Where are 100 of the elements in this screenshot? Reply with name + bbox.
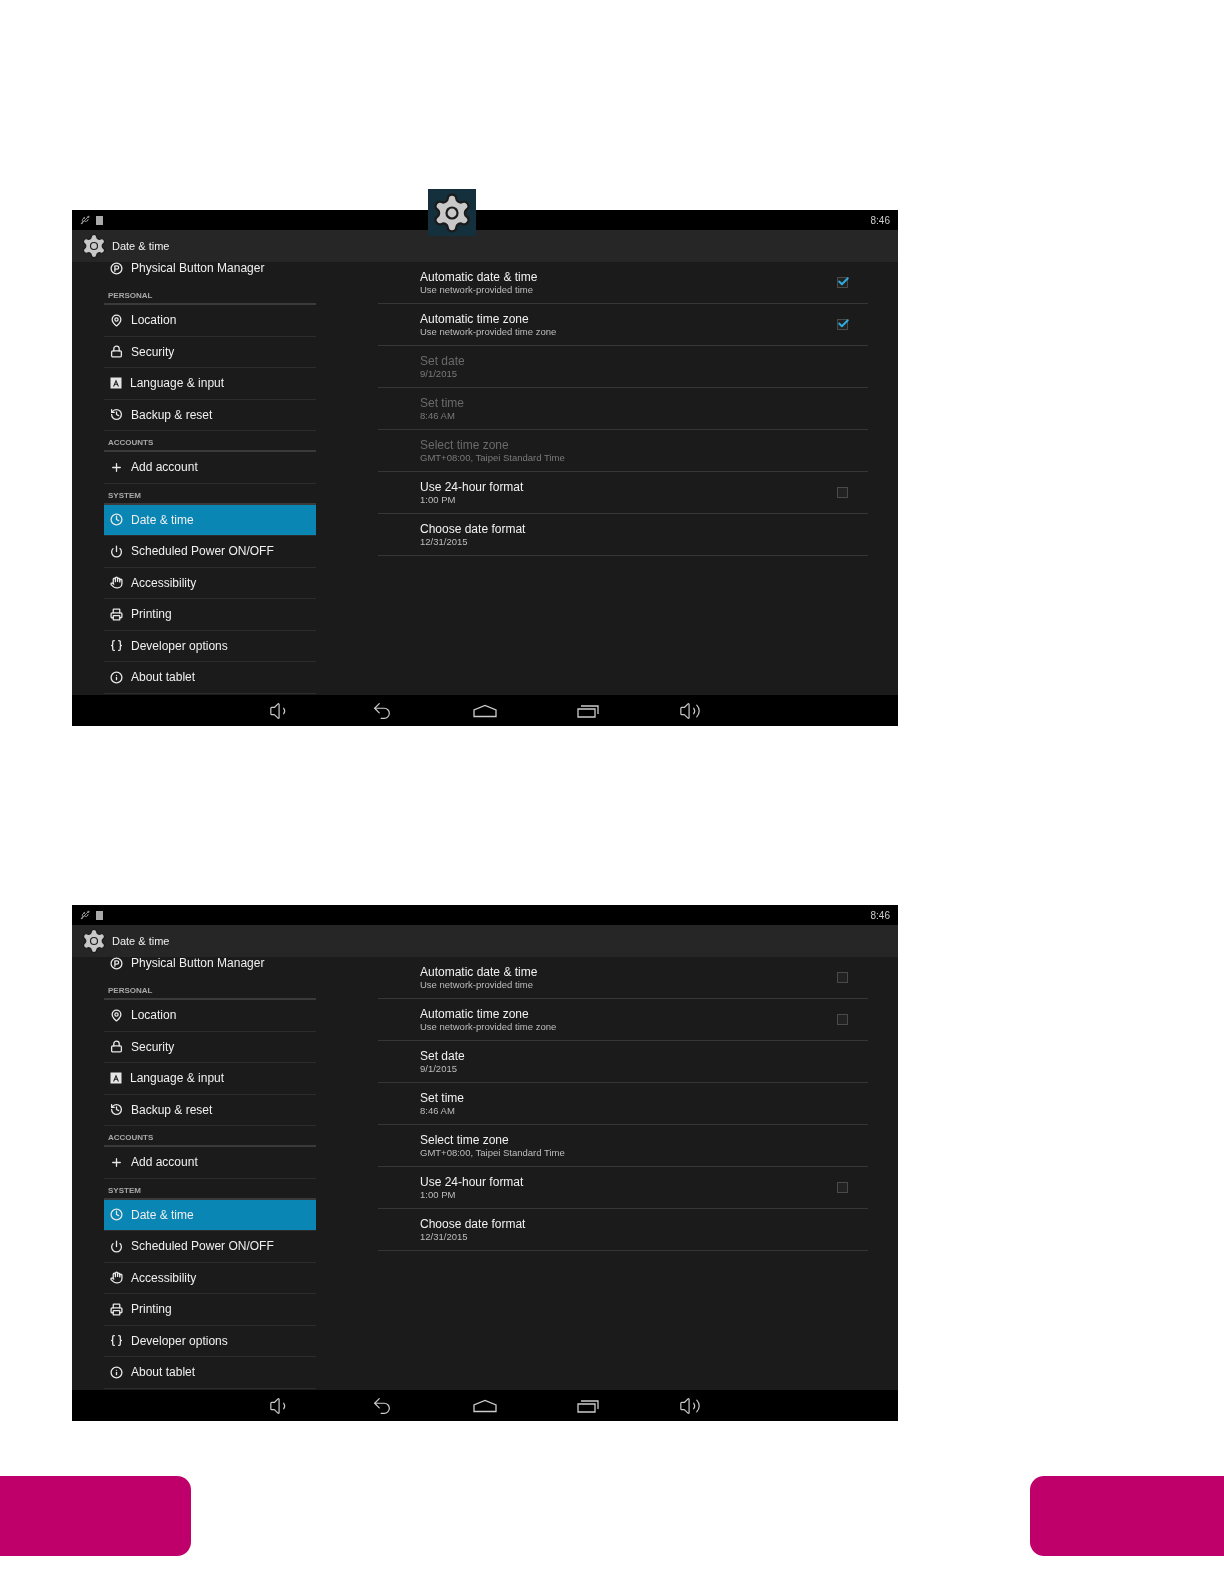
setting-title: Automatic time zone: [420, 312, 530, 325]
setting-row[interactable]: Use 24-hour format 1:00 PM: [378, 472, 868, 514]
plus-icon: [110, 1155, 123, 1169]
checkbox[interactable]: [837, 972, 848, 983]
setting-row[interactable]: Automatic time zone Use network-provided time zone: [378, 999, 868, 1041]
setting-title: Set time: [420, 1091, 465, 1104]
setting-summary: GMT+08:00, Taipei Standard Time: [420, 1147, 566, 1158]
setting-row[interactable]: Choose date format 12/31/2015: [378, 1209, 868, 1251]
setting-row[interactable]: Choose date format 12/31/2015: [378, 514, 868, 556]
sidebar-item[interactable]: Printing: [104, 1294, 316, 1326]
lock-icon: [110, 1040, 123, 1054]
screen-title: Date & time: [112, 238, 170, 254]
setting-summary: 12/31/2015: [420, 1231, 469, 1242]
printer-icon: [110, 607, 123, 621]
backup-icon: [110, 1103, 123, 1117]
sidebar-item[interactable]: Scheduled Power ON/OFF: [104, 536, 316, 568]
setting-row[interactable]: Automatic date & time Use network-provided time: [378, 262, 868, 304]
recent-apps-icon[interactable]: [577, 703, 599, 718]
sidebar-item[interactable]: Security: [104, 1031, 316, 1063]
setting-row[interactable]: Set date 9/1/2015: [378, 1041, 868, 1083]
setting-title: Set date: [420, 354, 466, 367]
sidebar-item[interactable]: About tablet: [104, 1357, 316, 1389]
setting-summary: Use network-provided time zone: [420, 1021, 558, 1032]
setting-title: Use 24-hour format: [420, 1175, 525, 1188]
setting-title: Automatic date & time: [420, 270, 539, 283]
power-icon: [110, 1239, 123, 1253]
sidebar-item[interactable]: About tablet: [104, 662, 316, 694]
clock-icon: [110, 1208, 123, 1222]
checkbox[interactable]: [837, 1014, 848, 1025]
sidebar-item[interactable]: Accessibility: [104, 1262, 316, 1294]
plus-icon: [110, 460, 123, 474]
sidebar-item[interactable]: Add account: [104, 1147, 316, 1179]
sidebar-item[interactable]: Developer options: [104, 630, 316, 662]
recent-apps-icon[interactable]: [577, 1398, 599, 1413]
setting-title: Automatic date & time: [420, 965, 539, 978]
printer-icon: [110, 1302, 123, 1316]
sidebar-item[interactable]: Physical Button Manager: [104, 957, 316, 979]
clock-icon: [110, 513, 123, 527]
battery-icon: [96, 910, 103, 920]
sidebar-item[interactable]: Printing: [104, 599, 316, 631]
setting-summary: 1:00 PM: [420, 1189, 457, 1200]
sidebar-item[interactable]: Location: [104, 1000, 316, 1032]
power-icon: [110, 544, 123, 558]
setting-row[interactable]: Automatic time zone Use network-provided time zone: [378, 304, 868, 346]
setting-summary: GMT+08:00, Taipei Standard Time: [420, 452, 566, 463]
setting-title: Use 24-hour format: [420, 480, 525, 493]
location-pin-icon: [110, 313, 123, 327]
setting-summary: Use network-provided time: [420, 284, 534, 295]
setting-row[interactable]: Use 24-hour format 1:00 PM: [378, 1167, 868, 1209]
setting-title: Select time zone: [420, 438, 510, 451]
parking-icon: [110, 262, 123, 275]
sidebar-item[interactable]: Add account: [104, 452, 316, 484]
sidebar-item[interactable]: Accessibility: [104, 567, 316, 599]
clock-time: 8:46: [870, 908, 890, 923]
info-icon: [110, 1365, 123, 1379]
screen-title: Date & time: [112, 933, 170, 949]
sidebar-item[interactable]: Security: [104, 336, 316, 368]
setting-summary: 1:00 PM: [420, 494, 457, 505]
lock-icon: [110, 345, 123, 359]
home-icon[interactable]: [473, 703, 497, 718]
section-header: SYSTEM: [108, 1186, 141, 1195]
sidebar-item[interactable]: Language & input: [104, 368, 316, 400]
setting-summary: Use network-provided time: [420, 979, 534, 990]
setting-summary: 8:46 AM: [420, 410, 456, 421]
sidebar-item[interactable]: Physical Button Manager: [104, 262, 316, 284]
section-header: SYSTEM: [108, 491, 141, 500]
setting-title: Choose date format: [420, 1217, 527, 1230]
checkbox[interactable]: [837, 319, 848, 330]
checkbox[interactable]: [837, 1182, 848, 1193]
setting-row[interactable]: Set time 8:46 AM: [378, 1083, 868, 1125]
setting-title: Set date: [420, 1049, 466, 1062]
sidebar-item[interactable]: Backup & reset: [104, 1094, 316, 1126]
hand-icon: [110, 1271, 123, 1285]
setting-summary: 9/1/2015: [420, 368, 458, 379]
sidebar-item[interactable]: Backup & reset: [104, 399, 316, 431]
parking-icon: [110, 957, 123, 970]
backup-icon: [110, 408, 123, 422]
setting-title: Set time: [420, 396, 465, 409]
sidebar-item[interactable]: Date & time: [104, 1199, 316, 1231]
setting-title: Choose date format: [420, 522, 527, 535]
braces-icon: [110, 639, 123, 653]
sidebar-item[interactable]: Location: [104, 305, 316, 337]
braces-icon: [110, 1334, 123, 1348]
section-header: ACCOUNTS: [108, 1134, 154, 1142]
usb-icon: [80, 910, 90, 920]
sidebar-item[interactable]: Developer options: [104, 1325, 316, 1357]
sidebar-item[interactable]: Date & time: [104, 504, 316, 536]
home-icon[interactable]: [473, 1398, 497, 1413]
info-icon: [110, 670, 123, 684]
setting-summary: 8:46 AM: [420, 1105, 456, 1116]
sidebar-item[interactable]: Language & input: [104, 1063, 316, 1095]
checkbox[interactable]: [837, 277, 848, 288]
setting-title: Select time zone: [420, 1133, 510, 1146]
setting-title: Automatic time zone: [420, 1007, 530, 1020]
setting-row[interactable]: Select time zone GMT+08:00, Taipei Standard Time: [378, 1125, 868, 1167]
checkbox[interactable]: [837, 487, 848, 498]
sidebar-item[interactable]: Scheduled Power ON/OFF: [104, 1231, 316, 1263]
setting-row[interactable]: Automatic date & time Use network-provided time: [378, 957, 868, 999]
hand-icon: [110, 576, 123, 590]
battery-icon: [96, 215, 103, 225]
